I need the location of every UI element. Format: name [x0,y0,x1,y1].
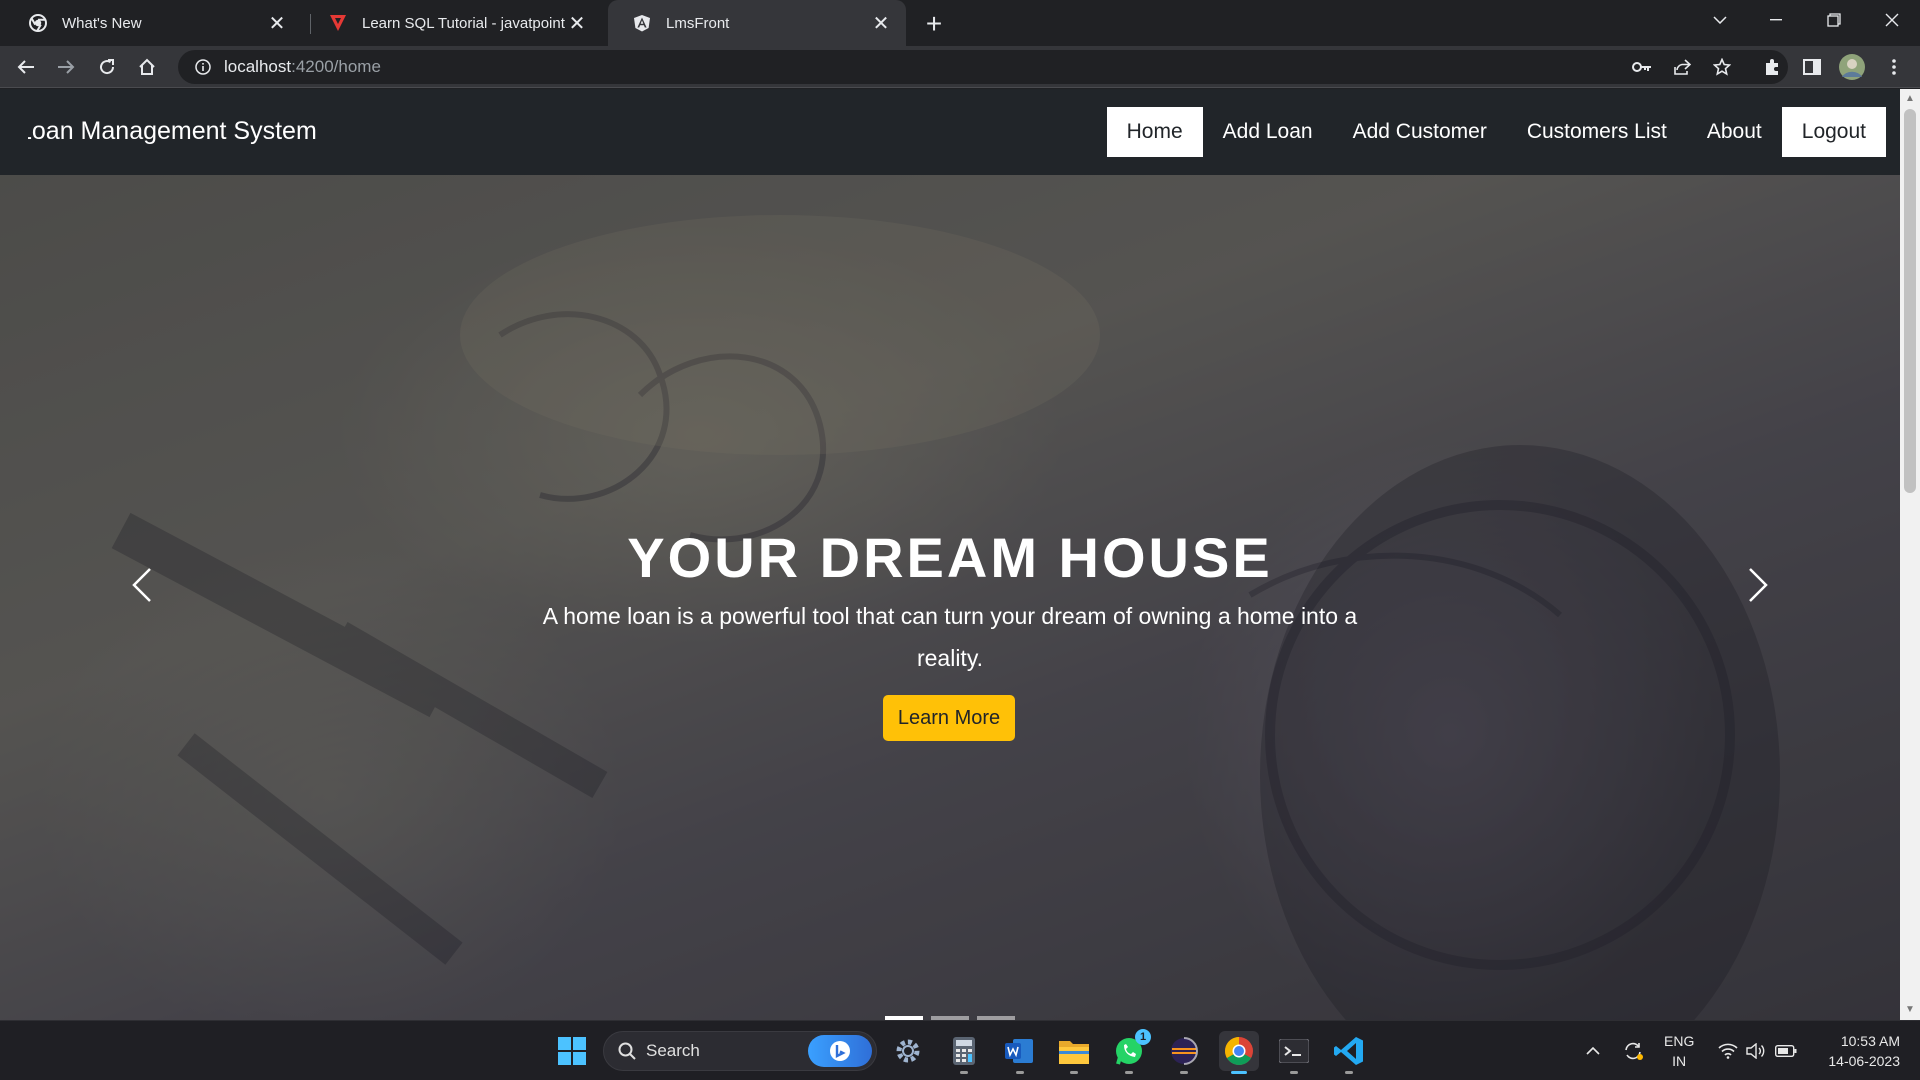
region-code: IN [1672,1053,1687,1069]
clock-time: 10:53 AM [1840,1033,1900,1049]
javatpoint-icon [328,13,348,33]
windows-start-icon[interactable] [552,1031,592,1071]
language-code: ENG [1664,1033,1695,1049]
nav-about[interactable]: About [1687,107,1782,157]
browser-tab-strip: What's New ✕ Learn SQL Tutorial - javatp… [0,0,1920,46]
settings-gear-icon[interactable] [888,1031,928,1071]
chrome-taskbar-icon[interactable] [1219,1031,1259,1074]
running-indicator [1231,1071,1247,1074]
nav-home[interactable]: Home [1106,107,1203,157]
running-indicator [1070,1071,1078,1074]
vscode-icon[interactable] [1329,1031,1369,1074]
password-key-icon[interactable] [1626,51,1658,83]
reload-icon[interactable] [91,51,123,83]
tab-search-icon[interactable] [1692,0,1748,40]
close-window-icon[interactable] [1864,0,1920,40]
notification-badge: 1 [1135,1029,1151,1045]
taskbar-search-input[interactable]: Search [603,1031,877,1071]
tab-title: What's New [62,14,142,32]
scroll-thumb[interactable] [1904,109,1916,493]
url-host: localhost [224,57,292,76]
url-path: :4200/home [291,57,381,76]
system-clock[interactable]: 10:53 AM 14-06-2023 [1828,1031,1900,1071]
browser-toolbar: localhost:4200/home [0,46,1920,88]
running-indicator [1125,1071,1133,1074]
battery-icon[interactable] [1772,1021,1800,1080]
share-icon[interactable] [1666,51,1698,83]
eclipse-icon[interactable] [1164,1031,1204,1074]
tab-javatpoint[interactable]: Learn SQL Tutorial - javatpoint ✕ [304,0,602,46]
file-explorer-icon[interactable] [1054,1031,1094,1074]
avatar[interactable] [1836,51,1868,83]
close-tab-icon[interactable]: ✕ [870,12,892,35]
running-indicator [1290,1071,1298,1074]
tab-title: LmsFront [666,14,730,32]
running-indicator [1016,1071,1024,1074]
running-indicator [960,1071,968,1074]
close-tab-icon[interactable]: ✕ [566,12,588,35]
address-bar[interactable]: localhost:4200/home [178,50,1788,84]
back-arrow-icon[interactable] [10,51,42,83]
site-navbar: Loan Management System Home Add Loan Add… [0,89,1900,175]
page-viewport: Loan Management System Home Add Loan Add… [0,89,1900,1020]
hero-description: A home loan is a powerful tool that can … [542,603,1358,671]
wifi-icon[interactable] [1714,1021,1742,1080]
bing-icon[interactable] [808,1035,872,1067]
scroll-down-icon[interactable]: ▼ [1904,1004,1916,1016]
bookmark-star-icon[interactable] [1706,51,1738,83]
restore-icon[interactable] [1806,0,1862,40]
show-hidden-icons-chevron-icon[interactable] [1578,1021,1608,1080]
terminal-icon[interactable] [1274,1031,1314,1074]
brand-text: Loan Management System [28,117,317,145]
new-tab-button[interactable]: + [918,8,950,40]
hero-carousel: YOUR DREAM HOUSE A home loan is a powerf… [0,175,1900,1020]
nav-customers-list[interactable]: Customers List [1507,107,1687,157]
nav-links: Home Add Loan Add Customer Customers Lis… [1106,107,1886,157]
search-icon [618,1042,636,1060]
tab-title: Learn SQL Tutorial - javatpoint [362,14,565,32]
home-icon[interactable] [131,51,163,83]
whatsapp-icon[interactable]: 1 [1109,1029,1151,1074]
windows-taskbar: Search 1 ENG IN 10:53 AM 14-06-2023 [0,1020,1920,1080]
brand-title[interactable]: Loan Management System [28,117,328,146]
forward-arrow-icon[interactable] [50,51,82,83]
close-tab-icon[interactable]: ✕ [266,12,288,35]
url-text: localhost:4200/home [224,57,381,77]
volume-icon[interactable] [1742,1021,1770,1080]
running-indicator [1180,1071,1188,1074]
running-indicator [1345,1071,1353,1074]
language-indicator[interactable]: ENG IN [1664,1031,1694,1071]
calculator-icon[interactable] [944,1031,984,1074]
hero-title: YOUR DREAM HOUSE [627,526,1273,589]
nav-add-loan[interactable]: Add Loan [1203,107,1333,157]
minimize-icon[interactable] [1748,0,1804,40]
chrome-icon [28,13,48,33]
word-icon[interactable] [1000,1031,1040,1074]
clock-date: 14-06-2023 [1828,1053,1900,1069]
site-info-icon[interactable] [188,59,218,75]
search-placeholder: Search [646,1041,700,1060]
logout-button[interactable]: Logout [1781,107,1886,157]
page-scrollbar[interactable]: ▲ ▼ [1900,89,1920,1020]
nav-add-customer[interactable]: Add Customer [1333,107,1507,157]
learn-more-button[interactable]: Learn More [883,695,1015,741]
more-menu-icon[interactable] [1878,51,1910,83]
tab-lmsfront[interactable]: LmsFront ✕ [608,0,906,46]
scroll-up-icon[interactable]: ▲ [1904,93,1916,105]
extensions-icon[interactable] [1756,51,1788,83]
side-panel-icon[interactable] [1796,51,1828,83]
tab-whats-new[interactable]: What's New ✕ [4,0,302,46]
angular-icon [632,13,652,33]
sync-icon[interactable] [1618,1021,1648,1080]
